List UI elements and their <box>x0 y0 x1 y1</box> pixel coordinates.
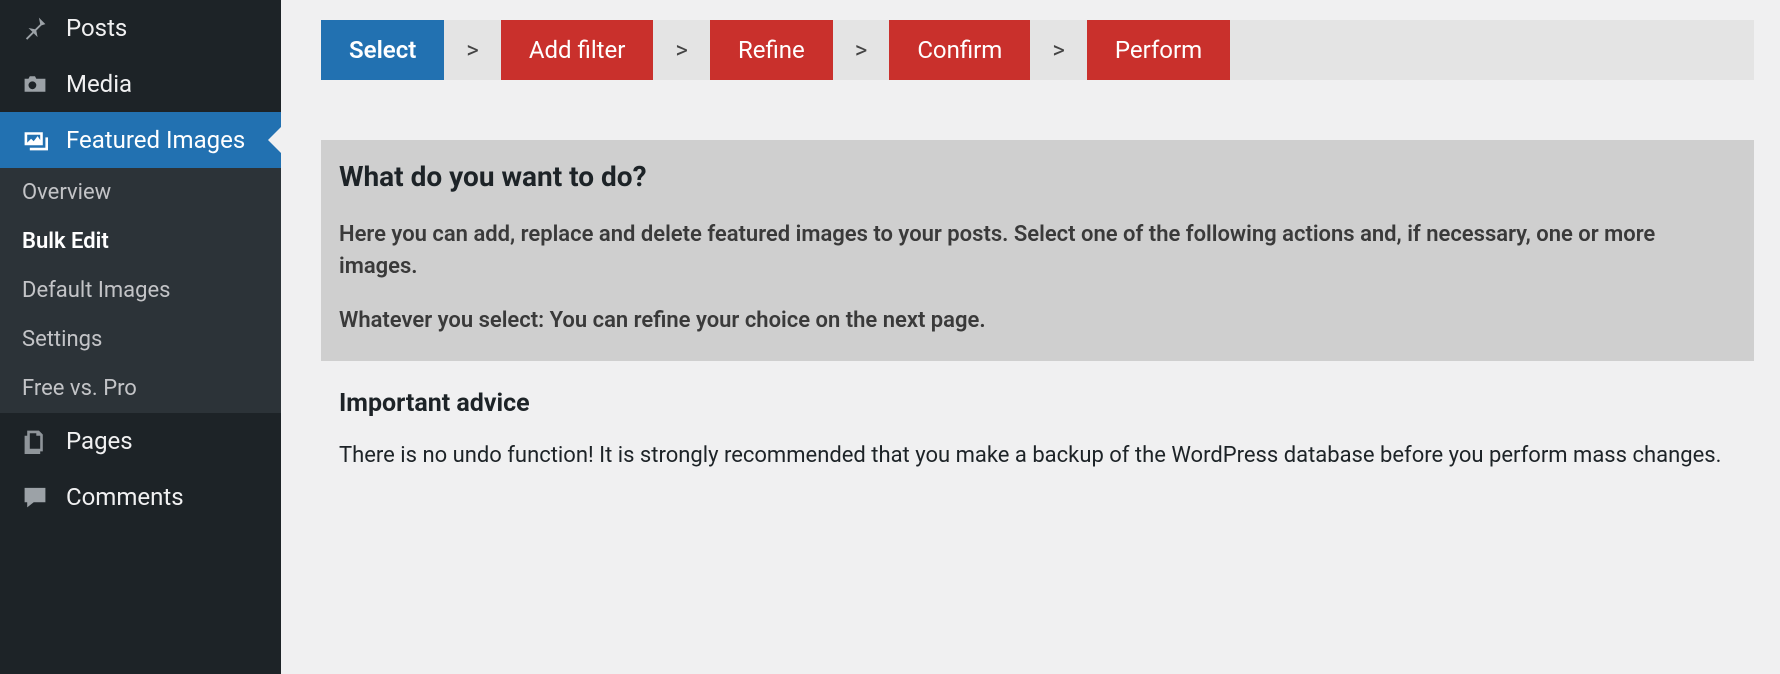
step-refine[interactable]: Refine <box>710 20 833 80</box>
intro-panel: What do you want to do? Here you can add… <box>321 140 1754 361</box>
step-add-filter[interactable]: Add filter <box>501 20 654 80</box>
step-perform[interactable]: Perform <box>1087 20 1230 80</box>
step-separator: > <box>653 20 710 80</box>
sidebar-item-comments[interactable]: Comments <box>0 469 281 525</box>
step-separator: > <box>444 20 501 80</box>
submenu-item-overview[interactable]: Overview <box>0 168 281 217</box>
main-content: Select > Add filter > Refine > Confirm >… <box>281 0 1780 674</box>
intro-paragraph-1: Here you can add, replace and delete fea… <box>339 219 1736 283</box>
step-confirm[interactable]: Confirm <box>889 20 1030 80</box>
submenu-item-settings[interactable]: Settings <box>0 315 281 364</box>
sidebar-item-label: Featured Images <box>66 126 245 154</box>
sidebar-item-posts[interactable]: Posts <box>0 0 281 56</box>
submenu-item-free-vs-pro[interactable]: Free vs. Pro <box>0 364 281 413</box>
sidebar-item-label: Media <box>66 70 132 98</box>
submenu-item-default-images[interactable]: Default Images <box>0 266 281 315</box>
process-steps: Select > Add filter > Refine > Confirm >… <box>321 20 1754 80</box>
advice-heading: Important advice <box>321 389 1754 418</box>
admin-sidebar: Posts Media Featured Images Overview Bul… <box>0 0 281 674</box>
advice-section: Important advice There is no undo functi… <box>321 389 1754 472</box>
sidebar-submenu: Overview Bulk Edit Default Images Settin… <box>0 168 281 413</box>
sidebar-item-label: Comments <box>66 483 184 511</box>
comment-icon <box>18 484 52 510</box>
sidebar-item-featured-images[interactable]: Featured Images <box>0 112 281 168</box>
step-separator: > <box>833 20 890 80</box>
sidebar-item-media[interactable]: Media <box>0 56 281 112</box>
pin-icon <box>18 15 52 41</box>
images-icon <box>18 127 52 153</box>
step-select[interactable]: Select <box>321 20 444 80</box>
intro-heading: What do you want to do? <box>339 160 1736 193</box>
sidebar-item-pages[interactable]: Pages <box>0 413 281 469</box>
pages-icon <box>18 428 52 454</box>
camera-icon <box>18 71 52 97</box>
intro-paragraph-2: Whatever you select: You can refine your… <box>339 305 1736 337</box>
sidebar-item-label: Posts <box>66 14 127 42</box>
step-separator: > <box>1030 20 1087 80</box>
submenu-item-bulk-edit[interactable]: Bulk Edit <box>0 217 281 266</box>
sidebar-item-label: Pages <box>66 427 133 455</box>
advice-body: There is no undo function! It is strongl… <box>321 440 1754 472</box>
